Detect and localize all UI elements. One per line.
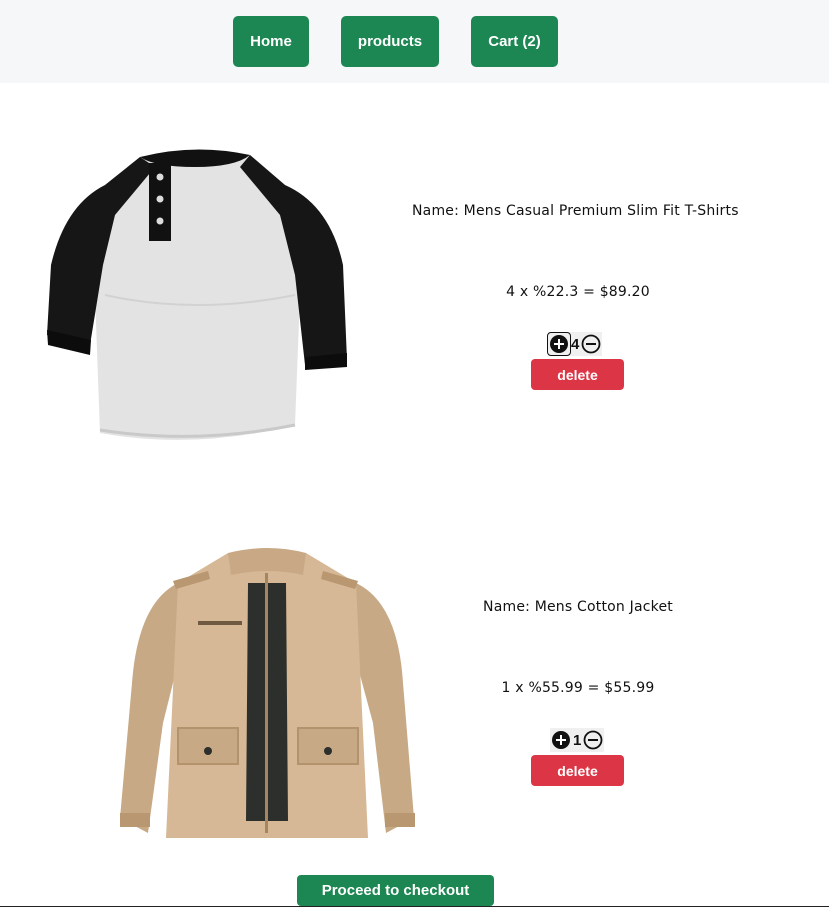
price-line: 1 x %55.99 = $55.99 — [501, 680, 655, 696]
quantity-stepper: 4 — [547, 332, 603, 356]
divider — [0, 906, 829, 907]
quantity-value: 1 — [573, 731, 582, 749]
decrease-quantity-button[interactable] — [580, 333, 602, 355]
increase-quantity-button[interactable] — [547, 332, 571, 356]
delete-button[interactable]: delete — [531, 755, 624, 786]
minus-circle-icon — [583, 730, 603, 750]
delete-button[interactable]: delete — [531, 359, 624, 390]
minus-circle-icon — [581, 334, 601, 354]
plus-circle-icon — [550, 335, 568, 353]
increase-quantity-button[interactable] — [550, 729, 572, 751]
proceed-to-checkout-button[interactable]: Proceed to checkout — [297, 875, 494, 906]
cotton-jacket-image — [120, 548, 415, 838]
product-name: Name: Mens Casual Premium Slim Fit T-Shi… — [412, 203, 739, 219]
raglan-henley-shirt-image — [47, 149, 347, 440]
plus-circle-icon — [552, 731, 570, 749]
quantity-value: 4 — [571, 335, 580, 353]
quantity-stepper: 1 — [550, 728, 605, 752]
nav-cart-button[interactable]: Cart (2) — [471, 16, 558, 67]
nav-products-button[interactable]: products — [341, 16, 439, 67]
decrease-quantity-button[interactable] — [582, 729, 604, 751]
price-line: 4 x %22.3 = $89.20 — [506, 284, 650, 300]
product-name: Name: Mens Cotton Jacket — [483, 599, 673, 615]
navbar: Home products Cart (2) — [0, 0, 829, 83]
nav-home-button[interactable]: Home — [233, 16, 309, 67]
